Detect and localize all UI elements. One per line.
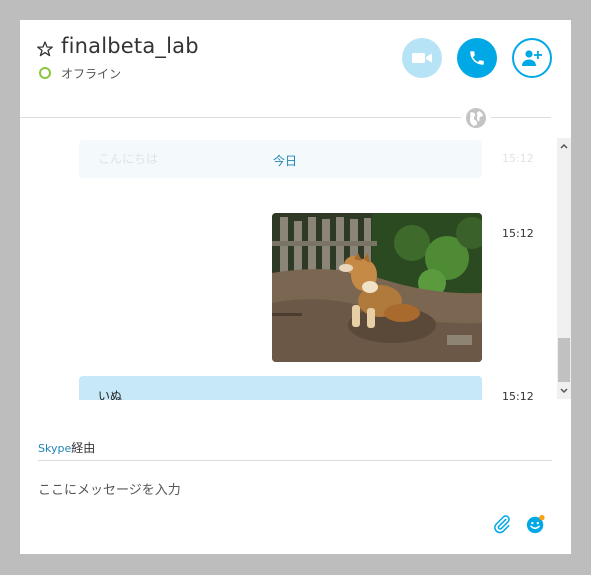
translator-button[interactable] [461, 106, 491, 130]
attach-button[interactable] [492, 514, 512, 534]
date-separator: 今日 [273, 154, 298, 168]
message-time: 15:12 [502, 390, 534, 400]
emoticon-button[interactable] [526, 514, 546, 534]
presence-icon [39, 67, 51, 79]
contact-name[interactable]: finalbeta_lab [61, 34, 199, 58]
via-label: Skype経由 [38, 439, 95, 456]
audio-call-icon [470, 51, 484, 65]
scroll-thumb[interactable] [558, 338, 570, 382]
via-service[interactable]: Skype [38, 442, 71, 455]
message-time: 15:12 [502, 227, 534, 240]
add-contact-icon [522, 50, 542, 66]
add-contact-button[interactable] [512, 38, 552, 78]
smiley-icon [526, 514, 545, 534]
conversation-panel: finalbeta_lab オフライン こんにちは 今日 15:12 15:12… [20, 20, 571, 554]
previous-message-text: こんにちは [98, 152, 159, 166]
message-list[interactable]: こんにちは 今日 15:12 15:12 いぬ 15:12 [20, 138, 571, 400]
scroll-down-button[interactable] [557, 383, 571, 399]
chevron-up-icon [560, 143, 568, 149]
star-icon[interactable] [37, 41, 53, 57]
video-call-button[interactable] [402, 38, 442, 78]
composer-divider [38, 460, 552, 461]
via-suffix: 経由 [71, 441, 96, 455]
scroll-up-button[interactable] [557, 138, 571, 154]
message-bubble[interactable] [79, 376, 482, 400]
audio-call-button[interactable] [457, 38, 497, 78]
previous-message-time: 15:12 [502, 152, 534, 165]
globe-icon [466, 108, 486, 128]
presence-status: オフライン [61, 67, 122, 81]
shared-photo[interactable] [272, 213, 482, 362]
chevron-down-icon [560, 388, 568, 394]
chat-scrollbar[interactable] [557, 138, 571, 399]
message-text: いぬ [98, 389, 123, 400]
video-call-icon [412, 53, 432, 63]
message-input[interactable] [38, 480, 478, 500]
paperclip-icon [494, 515, 510, 534]
